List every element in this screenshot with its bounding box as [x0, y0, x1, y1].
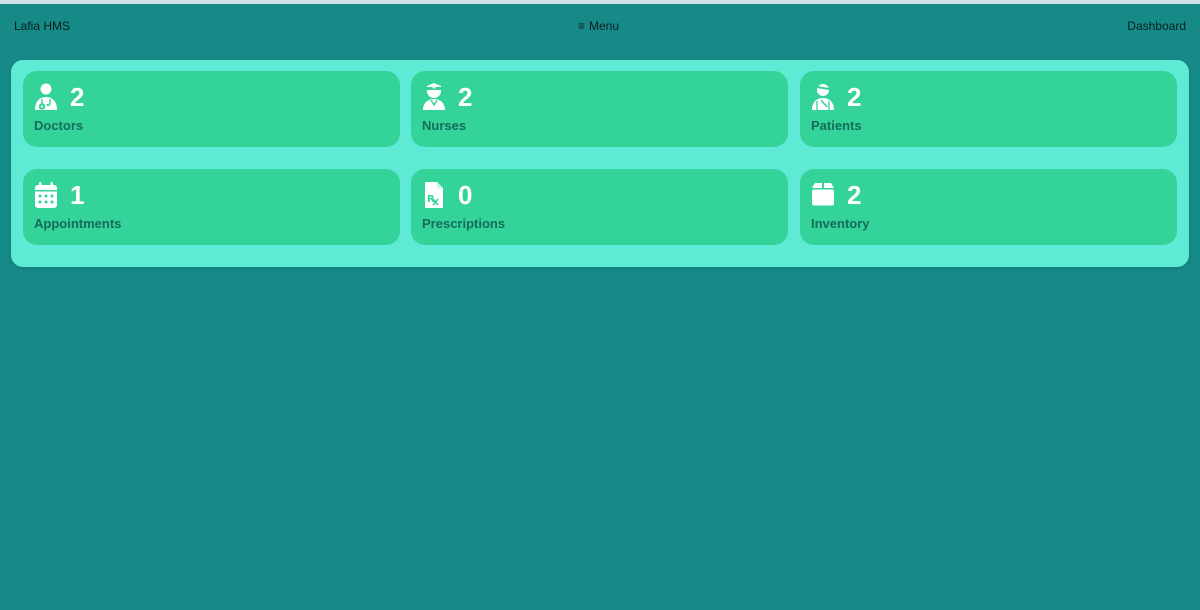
nurses-label: Nurses — [422, 118, 467, 133]
card-doctors[interactable]: 2 Doctors — [23, 71, 400, 147]
doctors-label: Doctors — [34, 118, 84, 133]
card-prescriptions[interactable]: R 0 Prescriptions — [411, 169, 788, 245]
appointments-count: 1 — [70, 180, 85, 210]
prescriptions-count: 0 — [458, 180, 473, 210]
card-inventory[interactable]: 2 Inventory — [800, 169, 1177, 245]
inventory-label: Inventory — [811, 216, 870, 231]
box-icon — [811, 181, 835, 209]
patient-icon — [811, 83, 835, 111]
hamburger-icon: ≡ — [578, 19, 586, 33]
stats-panel: 2 Doctors 2 Nurses 2 Patients 1 Appointm… — [11, 60, 1189, 267]
appointments-label: Appointments — [34, 216, 122, 231]
prescription-icon: R — [422, 181, 446, 209]
doctors-count: 2 — [70, 82, 85, 112]
brand-link[interactable]: Lafia HMS — [14, 19, 70, 33]
dashboard-link[interactable]: Dashboard — [1127, 19, 1186, 33]
prescriptions-label: Prescriptions — [422, 216, 506, 231]
card-patients[interactable]: 2 Patients — [800, 71, 1177, 147]
menu-label: Menu — [589, 19, 620, 33]
menu-button[interactable]: ≡ Menu — [578, 19, 619, 33]
card-appointments[interactable]: 1 Appointments — [23, 169, 400, 245]
doctor-icon — [34, 83, 58, 111]
nurse-icon — [422, 83, 446, 111]
nurses-count: 2 — [458, 82, 473, 112]
inventory-count: 2 — [847, 180, 862, 210]
patients-count: 2 — [847, 82, 862, 112]
patients-label: Patients — [811, 118, 862, 133]
calendar-icon — [34, 181, 58, 209]
navbar: Lafia HMS ≡ Menu Dashboard — [0, 4, 1200, 48]
card-nurses[interactable]: 2 Nurses — [411, 71, 788, 147]
